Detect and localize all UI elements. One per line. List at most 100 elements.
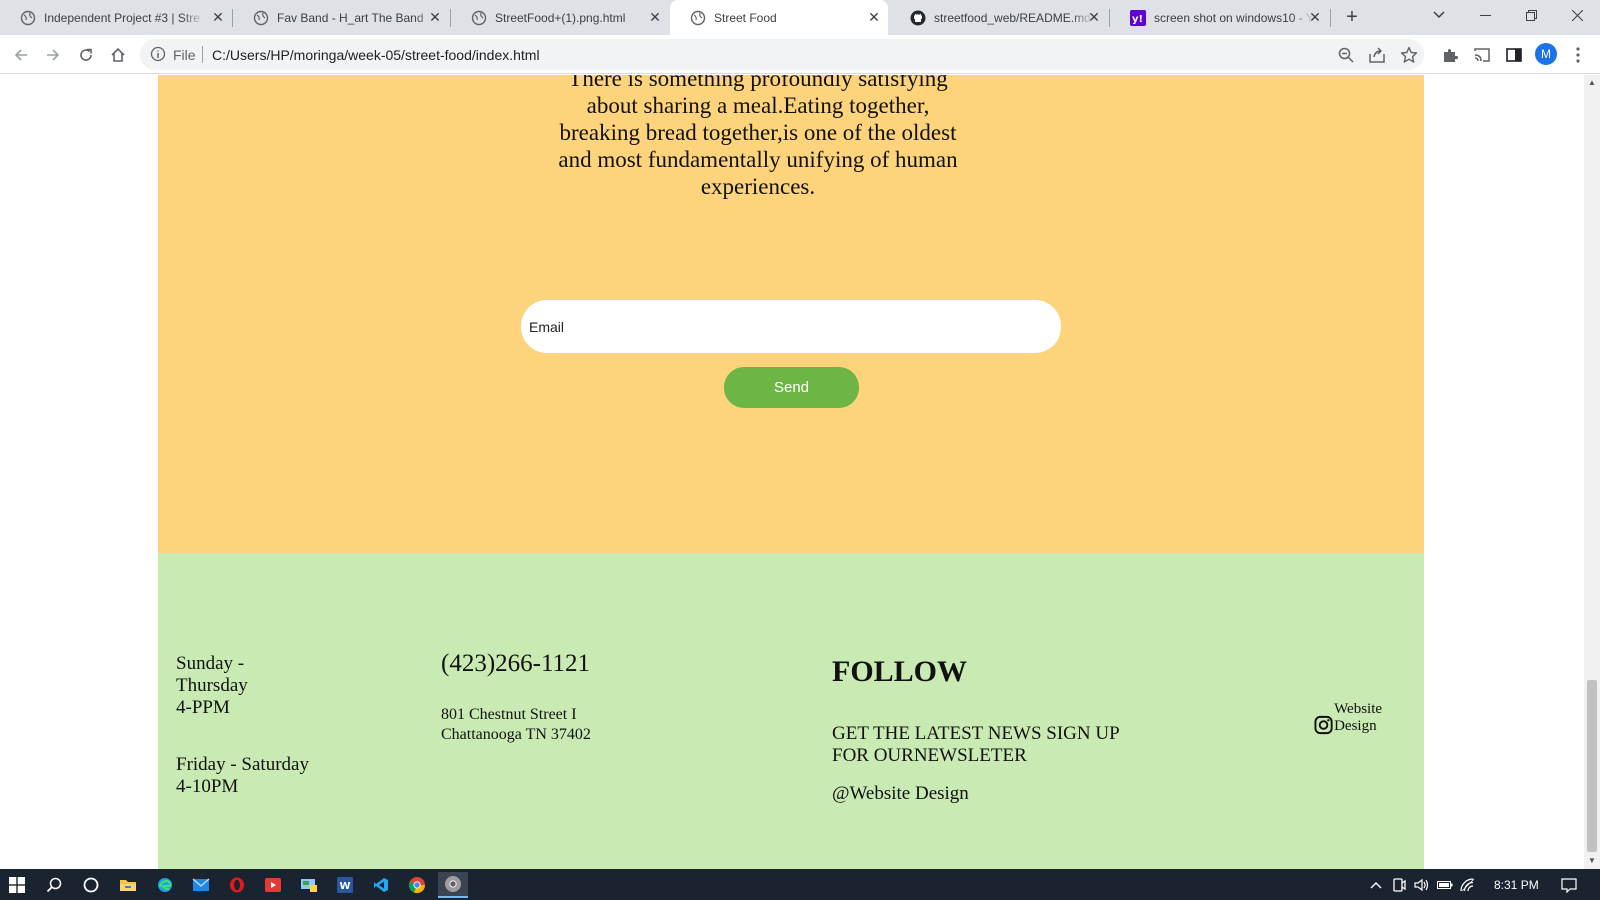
scrollbar-thumb[interactable] [1587, 680, 1597, 852]
close-icon[interactable]: ✕ [210, 9, 226, 25]
close-icon[interactable]: ✕ [866, 9, 882, 25]
tab-search-button[interactable] [1416, 0, 1462, 30]
file-explorer-button[interactable] [113, 872, 143, 898]
folder-icon [120, 880, 136, 891]
info-icon[interactable] [150, 46, 166, 62]
kebab-menu-icon [1576, 47, 1580, 63]
search-icon [46, 877, 62, 893]
tab-street-food[interactable]: Street Food ✕ [670, 0, 888, 35]
side-panel-button[interactable] [1504, 45, 1524, 65]
tab-independent-project[interactable]: Independent Project #3 | Stre ✕ [0, 0, 232, 35]
globe-icon [690, 10, 706, 26]
share-icon[interactable] [1368, 46, 1386, 64]
back-button[interactable] [8, 42, 34, 68]
start-button[interactable] [2, 872, 32, 898]
windows-logo-icon [9, 877, 25, 893]
tab-strip: Independent Project #3 | Stre ✕ Fav Band… [0, 0, 1600, 35]
volume-button[interactable] [1413, 876, 1431, 894]
newsletter-section: There is something profoundly satisfying… [158, 75, 1424, 580]
scroll-up-arrow-icon[interactable]: ▲ [1584, 75, 1600, 91]
tab-title: StreetFood+(1).png.html [495, 10, 626, 25]
meet-now-button[interactable] [1390, 876, 1408, 894]
new-tab-button[interactable]: + [1340, 6, 1364, 30]
extensions-button[interactable] [1440, 45, 1460, 65]
tab-title: Street Food [714, 10, 777, 25]
svg-text:W: W [340, 881, 351, 892]
show-hidden-icons-button[interactable] [1367, 876, 1385, 894]
chrome-icon [408, 877, 426, 894]
tab-title: Fav Band - H_art The Band [277, 10, 424, 25]
phone-number: (423)266-1121 [441, 650, 591, 677]
close-icon[interactable]: ✕ [427, 9, 443, 25]
vscode-button[interactable] [366, 872, 396, 898]
edge-button[interactable] [150, 872, 180, 898]
opera-button[interactable] [222, 872, 252, 898]
browser-toolbar: File C:/Users/HP/moringa/week-05/street-… [0, 35, 1600, 74]
close-icon[interactable]: ✕ [1086, 9, 1102, 25]
hours-weekend-days: Friday - Saturday [176, 754, 309, 775]
tab-streetfood-png[interactable]: StreetFood+(1).png.html ✕ [451, 0, 669, 35]
reload-button[interactable] [73, 42, 99, 68]
home-button[interactable] [105, 42, 131, 68]
divider [202, 46, 203, 63]
chrome-button[interactable] [402, 872, 432, 898]
wifi-icon [1460, 878, 1475, 892]
instagram-link[interactable]: Website Design [1314, 701, 1424, 735]
hours-weekend-time: 4-10PM [176, 776, 239, 797]
puzzle-icon [1444, 49, 1458, 62]
taskbar-clock[interactable]: 8:31 PM [1494, 878, 1539, 892]
chrome-active-button[interactable] [438, 872, 468, 898]
address-bar[interactable]: File C:/Users/HP/moringa/week-05/street-… [140, 39, 1424, 70]
tab-title: streetfood_web/README.md [934, 10, 1091, 25]
reload-icon [80, 48, 92, 61]
tab-fav-band[interactable]: Fav Band - H_art The Band ✕ [233, 0, 449, 35]
globe-icon [20, 10, 36, 26]
cortana-button[interactable] [76, 872, 106, 898]
social-handle: @Website Design [832, 783, 969, 804]
restore-button[interactable] [1508, 0, 1554, 30]
hours-weekday-days: Sunday - Thursday [176, 653, 248, 696]
url-text[interactable]: C:/Users/HP/moringa/week-05/street-food/… [212, 47, 540, 63]
tab-title: screen shot on windows10 - Y [1154, 10, 1314, 25]
cast-button[interactable] [1472, 45, 1492, 65]
globe-icon [253, 10, 269, 26]
tab-yahoo-search[interactable]: y! screen shot on windows10 - Y ✕ [1110, 0, 1329, 35]
notification-center-button[interactable] [1560, 876, 1578, 894]
close-window-button[interactable] [1554, 0, 1600, 30]
newsletter-quote: There is something profoundly satisfying… [558, 75, 958, 199]
chevron-down-icon [1433, 11, 1445, 19]
home-icon [111, 47, 125, 62]
meet-now-icon [1393, 878, 1406, 892]
control-panel-icon [301, 879, 317, 892]
zoom-icon[interactable] [1337, 46, 1355, 64]
mail-button[interactable] [186, 872, 216, 898]
close-icon[interactable]: ✕ [647, 9, 663, 25]
search-button[interactable] [39, 872, 69, 898]
tab-separator [1330, 9, 1331, 27]
page-scrollbar[interactable]: ▲ ▼ [1584, 75, 1600, 869]
forward-button[interactable] [40, 42, 66, 68]
minimize-button[interactable] [1462, 0, 1508, 30]
send-button[interactable]: Send [724, 367, 859, 408]
close-icon[interactable]: ✕ [1307, 9, 1323, 25]
star-icon[interactable] [1400, 46, 1418, 64]
notification-icon [1561, 877, 1577, 893]
social-label: Website Design [1334, 701, 1383, 734]
cast-icon [1474, 48, 1490, 62]
media-app-button[interactable] [258, 872, 288, 898]
speaker-icon [1414, 878, 1429, 892]
tab-github-readme[interactable]: streetfood_web/README.md ✕ [890, 0, 1108, 35]
profile-avatar[interactable]: M [1535, 43, 1557, 65]
site-footer: Sunday - Thursday 4-PPM Friday - Saturda… [158, 553, 1424, 869]
yahoo-icon: y! [1130, 9, 1146, 26]
email-input[interactable] [521, 300, 1061, 353]
network-indicator[interactable] [1459, 876, 1477, 894]
menu-button[interactable] [1568, 45, 1588, 65]
word-button[interactable]: W [330, 872, 360, 898]
chevron-up-icon [1370, 882, 1382, 889]
media-player-icon [265, 878, 281, 892]
scroll-down-arrow-icon[interactable]: ▼ [1584, 853, 1600, 869]
control-panel-button[interactable] [294, 872, 324, 898]
battery-indicator[interactable] [1436, 876, 1454, 894]
github-icon [910, 10, 926, 26]
